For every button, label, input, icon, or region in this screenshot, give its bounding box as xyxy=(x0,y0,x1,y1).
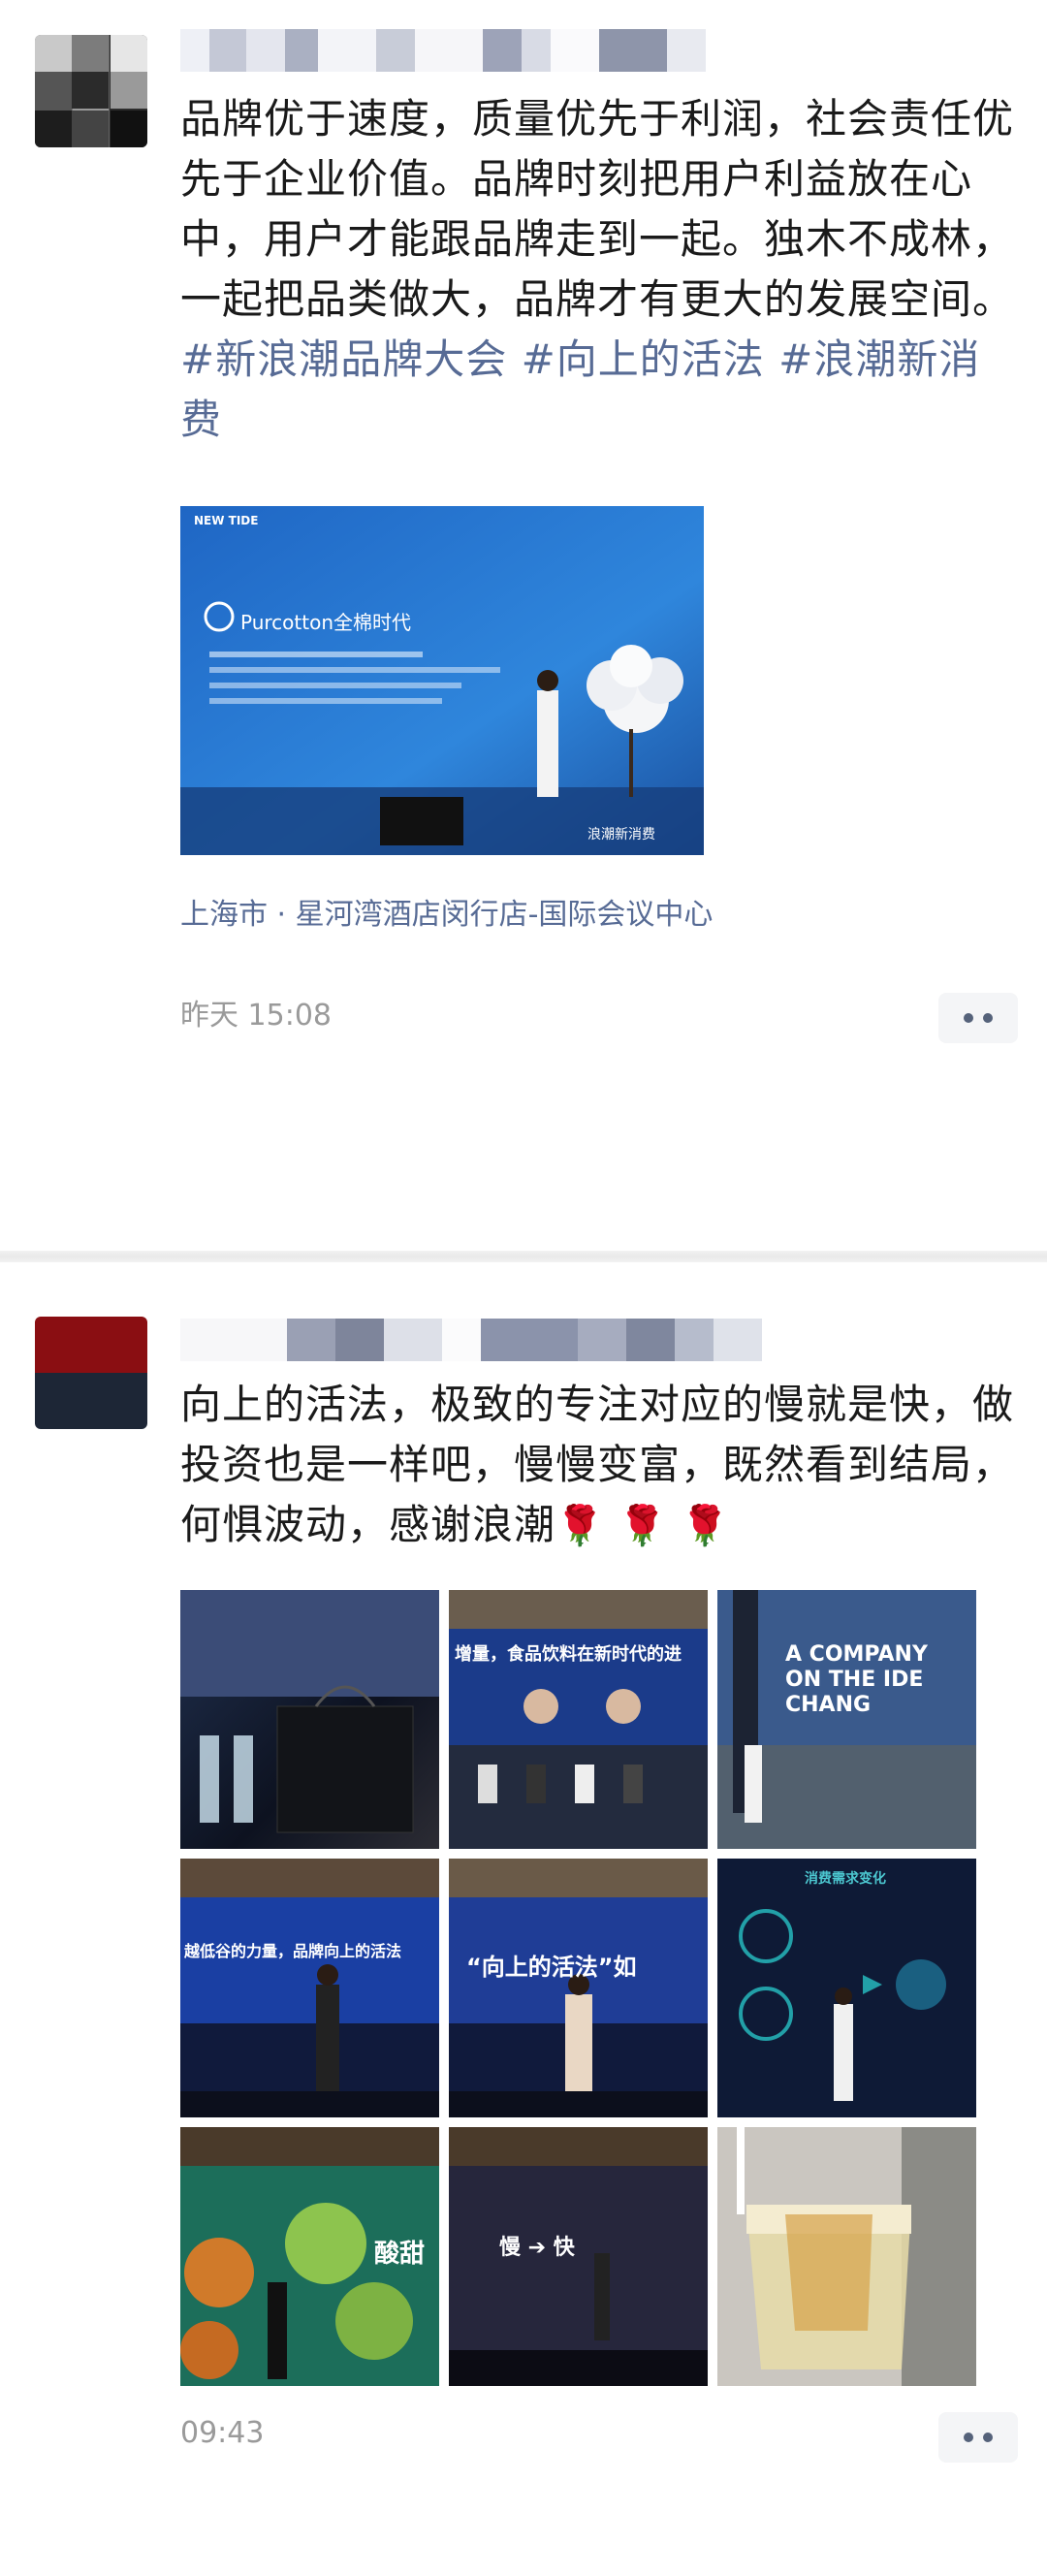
dot-icon xyxy=(964,1013,973,1023)
photo-thumb[interactable] xyxy=(717,2127,976,2386)
photo-thumb[interactable]: 慢 ➔ 快 xyxy=(449,2127,708,2386)
post-time: 09:43 xyxy=(180,2416,265,2450)
hashtag[interactable]: #向上的活法 xyxy=(522,335,765,383)
presentation-slide-illustration xyxy=(717,1859,976,2117)
gift-bag-illustration xyxy=(180,1590,439,1833)
more-options-button[interactable] xyxy=(938,993,1018,1043)
avatar[interactable] xyxy=(35,35,147,147)
username-blurred[interactable] xyxy=(180,1319,762,1361)
thumb-caption: 酸甜 xyxy=(374,2240,426,2269)
post-text: 向上的活法，极致的专注对应的慢就是快，做投资也是一样吧，慢慢变富，既然看到结局，… xyxy=(180,1375,1014,1556)
post-body: 品牌优于速度，质量优先于利润，社会责任优先于企业价值。品牌时刻把用户利益放在心中… xyxy=(180,95,1015,323)
photo-thumb[interactable]: 消费需求变化 xyxy=(717,1859,976,2117)
dot-icon xyxy=(983,2433,993,2442)
drink-cup-illustration xyxy=(717,2127,976,2386)
screen-caption: 浪潮新消费 xyxy=(587,827,655,843)
more-options-button[interactable] xyxy=(938,2412,1018,2463)
photo-thumb[interactable]: “向上的活法”如 xyxy=(449,1859,708,2117)
thumb-caption: 消费需求变化 xyxy=(805,1871,886,1887)
dot-icon xyxy=(964,2433,973,2442)
thumb-caption: A COMPANY ON THE IDE CHANG xyxy=(785,1642,928,1717)
speaker-stage-illustration xyxy=(449,1859,708,2117)
avatar[interactable] xyxy=(35,1317,147,1429)
stage-photo-illustration xyxy=(180,506,704,855)
photo-grid: 增量，食品饮料在新时代的进 A COMPANY ON THE IDE CHANG… xyxy=(180,1590,977,2387)
photo-thumb[interactable]: 增量，食品饮料在新时代的进 xyxy=(449,1590,708,1849)
slow-fast-stage-illustration xyxy=(449,2127,708,2386)
thumb-caption: 慢 ➔ 快 xyxy=(499,2236,575,2260)
slogan-screen-illustration xyxy=(717,1590,976,1849)
brand-logo-text: Purcotton全棉时代 xyxy=(240,611,411,634)
rose-emoji-icon: 🌹 🌹 🌹 xyxy=(555,1504,730,1548)
speaker-stage-illustration xyxy=(180,1859,439,2117)
thumb-caption: 越低谷的力量，品牌向上的活法 xyxy=(184,1942,402,1960)
post-time: 昨天 15:08 xyxy=(180,999,332,1033)
moment-post-1: 品牌优于速度，质量优先于利润，社会责任优先于企业价值。品牌时刻把用户利益放在心中… xyxy=(0,0,1047,1260)
thumb-caption: 增量，食品饮料在新时代的进 xyxy=(455,1644,682,1665)
photo-thumb[interactable]: 酸甜 xyxy=(180,2127,439,2386)
photo-thumb[interactable] xyxy=(180,1590,439,1849)
dot-icon xyxy=(983,1013,993,1023)
photo-thumb[interactable]: A COMPANY ON THE IDE CHANG xyxy=(717,1590,976,1849)
location-link[interactable]: 上海市 · 星河湾酒店闵行店-国际会议中心 xyxy=(180,890,713,933)
moment-post-2: 向上的活法，极致的专注对应的慢就是快，做投资也是一样吧，慢慢变富，既然看到结局，… xyxy=(0,1260,1047,2576)
panel-stage-illustration xyxy=(449,1590,708,1849)
username-blurred[interactable] xyxy=(180,29,706,72)
event-badge: NEW TIDE xyxy=(194,514,259,527)
post-text: 品牌优于速度，质量优先于利润，社会责任优先于企业价值。品牌时刻把用户利益放在心中… xyxy=(180,89,1014,450)
thumb-caption: “向上的活法”如 xyxy=(466,1954,637,1981)
hashtag[interactable]: #新浪潮品牌大会 xyxy=(180,335,507,383)
photo-thumb[interactable]: 越低谷的力量，品牌向上的活法 xyxy=(180,1859,439,2117)
post-photo[interactable]: NEW TIDE Purcotton全棉时代 浪潮新消费 xyxy=(180,506,704,855)
